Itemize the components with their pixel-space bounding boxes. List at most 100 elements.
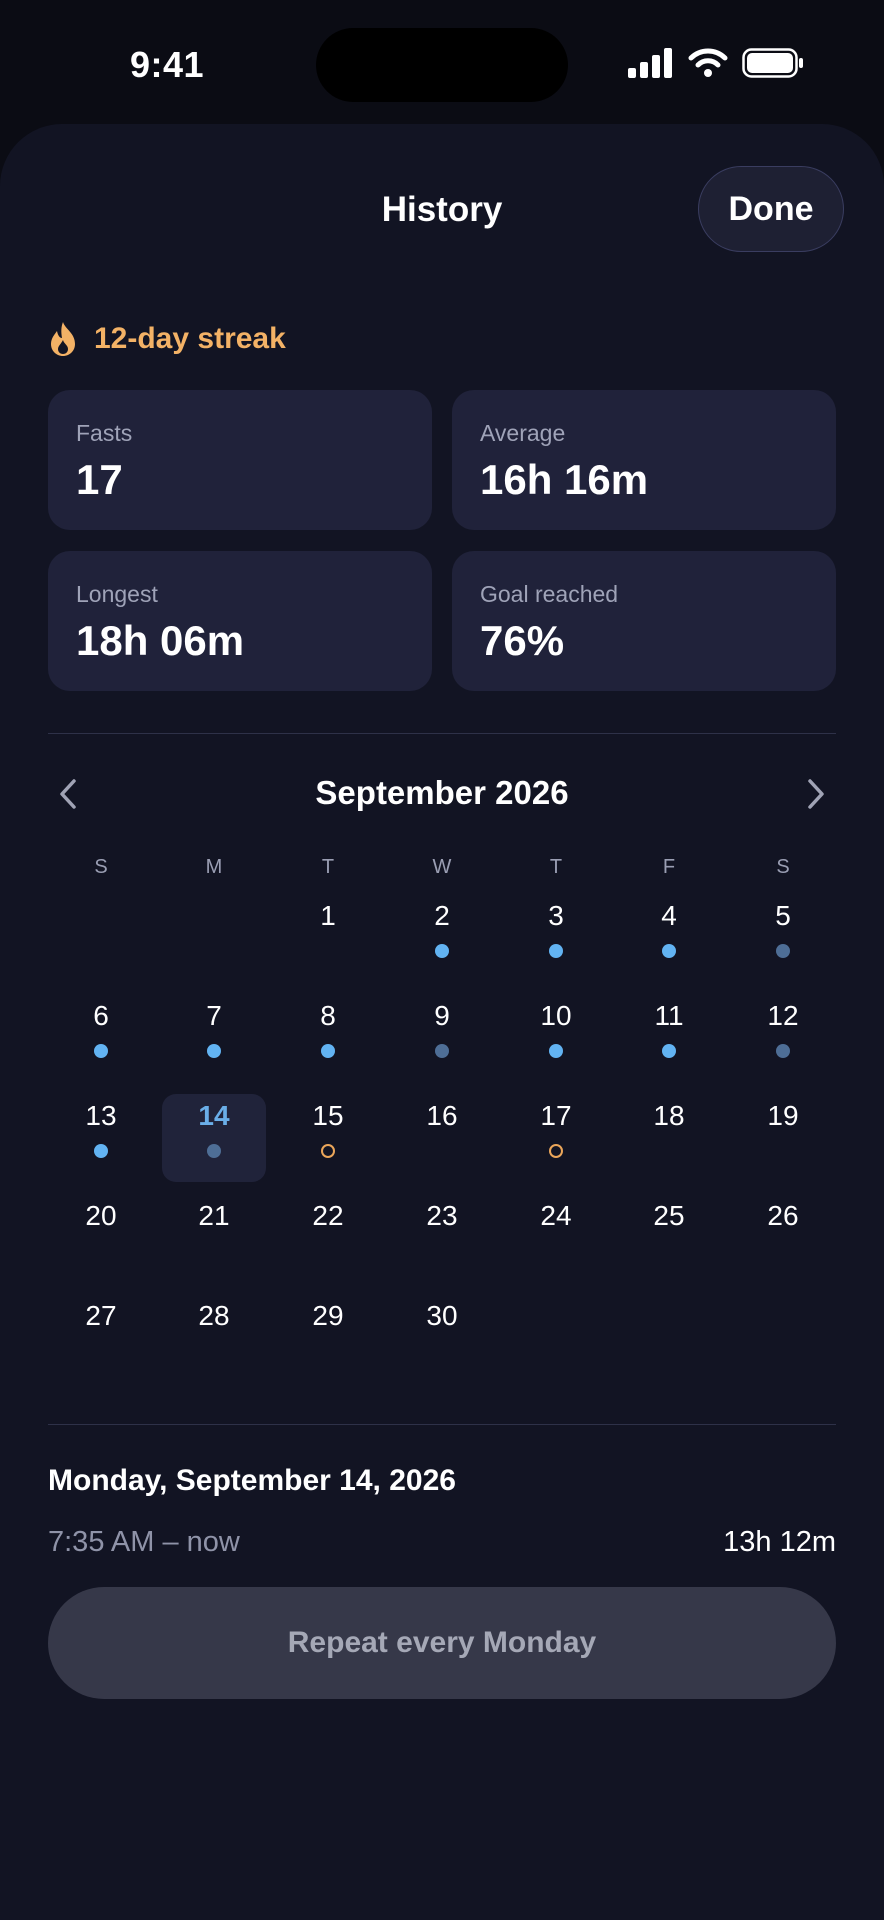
calendar-day-2[interactable]: 2 xyxy=(390,894,494,982)
stat-label: Fasts xyxy=(76,420,133,446)
calendar-day-28[interactable]: 28 xyxy=(162,1294,266,1382)
planned-fast-indicator xyxy=(549,1144,563,1158)
month-title: September 2026 xyxy=(315,774,569,811)
status-time: 9:41 xyxy=(130,44,205,85)
calendar-day-23[interactable]: 23 xyxy=(390,1194,494,1282)
day-number: 22 xyxy=(312,1200,344,1231)
calendar-day-4[interactable]: 4 xyxy=(617,894,721,982)
streak-text: 12-day streak xyxy=(94,322,286,355)
calendar-day-13[interactable]: 13 xyxy=(49,1094,153,1182)
fast-indicator xyxy=(662,944,676,958)
calendar-day-30[interactable]: 30 xyxy=(390,1294,494,1382)
fast-indicator xyxy=(435,1044,449,1058)
day-number: 21 xyxy=(198,1200,230,1231)
battery-icon xyxy=(742,48,803,78)
stat-card-fasts: Fasts 17 xyxy=(48,390,432,530)
calendar-day-24[interactable]: 24 xyxy=(504,1194,608,1282)
next-month-button[interactable] xyxy=(796,764,836,824)
day-number: 30 xyxy=(426,1300,458,1331)
calendar-day-17[interactable]: 17 xyxy=(504,1094,608,1182)
calendar-day-21[interactable]: 21 xyxy=(162,1194,266,1282)
month-navigation: September 2026 xyxy=(48,764,836,824)
day-number: 29 xyxy=(312,1300,344,1331)
signal-icon xyxy=(628,48,672,78)
fast-time-range: 7:35 AM – now xyxy=(48,1526,240,1558)
calendar-day-5[interactable]: 5 xyxy=(731,894,835,982)
day-number: 5 xyxy=(775,900,791,931)
fast-indicator xyxy=(321,1044,335,1058)
weekday-header: S xyxy=(776,856,790,878)
planned-fast-indicator xyxy=(321,1144,335,1158)
day-number: 18 xyxy=(653,1100,685,1131)
day-number: 6 xyxy=(93,1000,109,1031)
stat-label: Average xyxy=(480,420,566,446)
calendar-day-27[interactable]: 27 xyxy=(49,1294,153,1382)
calendar-day-10[interactable]: 10 xyxy=(504,994,608,1082)
day-number: 2 xyxy=(434,900,450,931)
dynamic-island xyxy=(316,28,568,102)
fast-duration: 13h 12m xyxy=(723,1526,836,1558)
wifi-icon xyxy=(688,48,728,77)
calendar-day-12[interactable]: 12 xyxy=(731,994,835,1082)
weekday-header: M xyxy=(205,856,223,878)
calendar-day-1[interactable]: 1 xyxy=(276,894,380,982)
calendar-day-11[interactable]: 11 xyxy=(617,994,721,1082)
fast-indicator xyxy=(207,1144,221,1158)
weekday-header: T xyxy=(549,856,563,878)
day-number: 4 xyxy=(661,900,677,931)
chevron-right-icon xyxy=(808,779,824,809)
fast-indicator xyxy=(662,1044,676,1058)
calendar-day-16[interactable]: 16 xyxy=(390,1094,494,1182)
calendar-day-6[interactable]: 6 xyxy=(49,994,153,1082)
calendar-day-14[interactable]: 14 xyxy=(162,1094,266,1182)
done-button[interactable]: Done xyxy=(698,166,844,252)
day-number: 23 xyxy=(426,1200,458,1231)
day-number: 7 xyxy=(206,1000,222,1031)
day-number: 9 xyxy=(434,1000,450,1031)
day-number: 1 xyxy=(320,900,336,931)
calendar-day-29[interactable]: 29 xyxy=(276,1294,380,1382)
fast-indicator xyxy=(776,1044,790,1058)
calendar-day-18[interactable]: 18 xyxy=(617,1094,721,1182)
previous-month-button[interactable] xyxy=(48,764,88,824)
fast-indicator xyxy=(94,1144,108,1158)
calendar-day-8[interactable]: 8 xyxy=(276,994,380,1082)
day-number: 13 xyxy=(85,1100,117,1131)
flame-icon xyxy=(51,322,75,356)
stat-value: 76% xyxy=(480,617,565,664)
calendar-day-19[interactable]: 19 xyxy=(731,1094,835,1182)
day-number: 19 xyxy=(767,1100,799,1131)
calendar-day-15[interactable]: 15 xyxy=(276,1094,380,1182)
status-bar: 9:41 xyxy=(0,0,884,120)
calendar-day-22[interactable]: 22 xyxy=(276,1194,380,1282)
fast-indicator xyxy=(776,944,790,958)
stat-value: 18h 06m xyxy=(76,617,245,664)
stat-label: Longest xyxy=(76,581,158,607)
stat-value: 17 xyxy=(76,456,123,503)
calendar-day-26[interactable]: 26 xyxy=(731,1194,835,1282)
day-number: 8 xyxy=(320,1000,336,1031)
weekday-header: S xyxy=(94,856,108,878)
weekday-header: F xyxy=(662,856,676,878)
day-number: 3 xyxy=(548,900,564,931)
calendar-day-20[interactable]: 20 xyxy=(49,1194,153,1282)
stat-card-average: Average 16h 16m xyxy=(452,390,836,530)
divider xyxy=(48,1424,836,1425)
day-number: 26 xyxy=(767,1200,799,1231)
calendar-day-25[interactable]: 25 xyxy=(617,1194,721,1282)
fast-indicator xyxy=(549,944,563,958)
day-number: 17 xyxy=(540,1100,572,1131)
day-number: 10 xyxy=(540,1000,572,1031)
status-icons xyxy=(628,48,804,78)
calendar-day-3[interactable]: 3 xyxy=(504,894,608,982)
calendar-day-7[interactable]: 7 xyxy=(162,994,266,1082)
selected-date: Monday, September 14, 2026 xyxy=(48,1464,456,1497)
repeat-every-monday-button[interactable]: Repeat every Monday xyxy=(48,1587,836,1699)
divider xyxy=(48,733,836,734)
day-number: 12 xyxy=(767,1000,799,1031)
calendar-day-9[interactable]: 9 xyxy=(390,994,494,1082)
day-number: 20 xyxy=(85,1200,117,1231)
day-number: 24 xyxy=(540,1200,572,1231)
stat-value: 16h 16m xyxy=(480,456,649,503)
day-number: 28 xyxy=(198,1300,230,1331)
